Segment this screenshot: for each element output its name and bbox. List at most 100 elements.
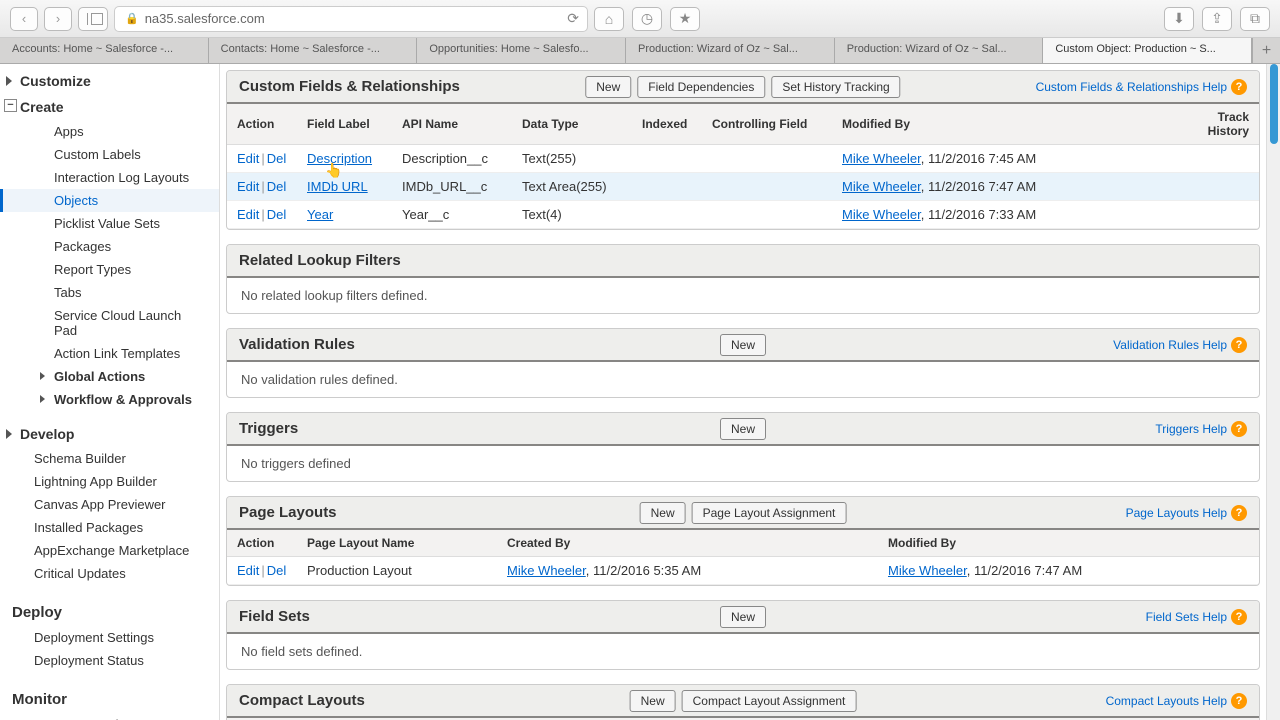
sidebar-monitor[interactable]: Monitor [0, 686, 219, 713]
sidebar-item-action-link[interactable]: Action Link Templates [0, 342, 219, 365]
lock-icon: 🔒 [125, 12, 139, 25]
user-link[interactable]: Mike Wheeler [507, 563, 586, 578]
sidebar-toggle-button[interactable] [78, 7, 108, 31]
sidebar-item-packages[interactable]: Packages [0, 235, 219, 258]
new-trigger-button[interactable]: New [720, 418, 766, 440]
compact-layouts-help-link[interactable]: Compact Layouts Help [1106, 694, 1227, 708]
validation-help-link[interactable]: Validation Rules Help [1113, 338, 1227, 352]
edit-link[interactable]: Edit [237, 151, 259, 166]
new-field-set-button[interactable]: New [720, 606, 766, 628]
table-row: Edit|Del Production Layout Mike Wheeler,… [227, 557, 1259, 585]
field-sets-title: Field Sets [239, 608, 310, 625]
sidebar-item-appexchange[interactable]: AppExchange Marketplace [0, 539, 219, 562]
new-page-layout-button[interactable]: New [640, 502, 686, 524]
new-tab-button[interactable]: + [1252, 38, 1280, 63]
bookmark-icon[interactable]: ★ [670, 7, 700, 31]
history-icon[interactable]: ◷ [632, 7, 662, 31]
sidebar-item-schema[interactable]: Schema Builder [0, 447, 219, 470]
sidebar-customize[interactable]: Customize [0, 68, 219, 94]
tab-5[interactable]: Custom Object: Production ~ S... [1043, 38, 1252, 63]
sidebar-workflow[interactable]: Workflow & Approvals [0, 388, 219, 411]
custom-fields-help-link[interactable]: Custom Fields & Relationships Help [1036, 80, 1227, 94]
compact-layouts-title: Compact Layouts [239, 692, 365, 709]
field-dependencies-button[interactable]: Field Dependencies [637, 76, 765, 98]
sidebar-global-actions[interactable]: Global Actions [0, 365, 219, 388]
table-row: Edit|DelDescriptionDescription__cText(25… [227, 145, 1259, 173]
sidebar-item-apps[interactable]: Apps [0, 120, 219, 143]
custom-fields-title: Custom Fields & Relationships [239, 78, 460, 95]
new-compact-layout-button[interactable]: New [630, 690, 676, 712]
triggers-help-link[interactable]: Triggers Help [1155, 422, 1227, 436]
forward-button[interactable]: › [44, 7, 72, 31]
tab-4[interactable]: Production: Wizard of Oz ~ Sal... [835, 38, 1044, 63]
del-link[interactable]: Del [267, 179, 287, 194]
edit-link[interactable]: Edit [237, 207, 259, 222]
custom-fields-section: Custom Fields & Relationships New Field … [226, 70, 1260, 230]
edit-link[interactable]: Edit [237, 179, 259, 194]
triggers-section: Triggers New Triggers Help? No triggers … [226, 412, 1260, 482]
sidebar-deploy[interactable]: Deploy [0, 599, 219, 626]
user-link[interactable]: Mike Wheeler [842, 151, 921, 166]
field-sets-help-link[interactable]: Field Sets Help [1146, 610, 1227, 624]
url-bar[interactable]: 🔒 na35.salesforce.com ⟳ [114, 6, 588, 32]
download-icon[interactable]: ⬇ [1164, 7, 1194, 31]
sidebar-item-report-types[interactable]: Report Types [0, 258, 219, 281]
field-label-link[interactable]: Description [307, 151, 372, 166]
new-field-button[interactable]: New [585, 76, 631, 98]
edit-link[interactable]: Edit [237, 563, 259, 578]
sidebar-item-canvas[interactable]: Canvas App Previewer [0, 493, 219, 516]
sidebar-item-lightning[interactable]: Lightning App Builder [0, 470, 219, 493]
help-icon[interactable]: ? [1231, 421, 1247, 437]
compact-layouts-section: Compact Layouts New Compact Layout Assig… [226, 684, 1260, 720]
set-history-tracking-button[interactable]: Set History Tracking [771, 76, 900, 98]
refresh-icon[interactable]: ⟳ [567, 10, 579, 27]
scroll-thumb[interactable] [1270, 64, 1278, 144]
triggers-title: Triggers [239, 420, 298, 437]
user-link[interactable]: Mike Wheeler [888, 563, 967, 578]
help-icon[interactable]: ? [1231, 79, 1247, 95]
del-link[interactable]: Del [267, 563, 287, 578]
del-link[interactable]: Del [267, 207, 287, 222]
back-button[interactable]: ‹ [10, 7, 38, 31]
del-link[interactable]: Del [267, 151, 287, 166]
sidebar-item-system-overview[interactable]: System Overview [0, 713, 219, 720]
scrollbar[interactable] [1266, 64, 1280, 720]
page-layouts-help-link[interactable]: Page Layouts Help [1126, 506, 1227, 520]
tab-0[interactable]: Accounts: Home ~ Salesforce -... [0, 38, 209, 63]
compact-layout-assignment-button[interactable]: Compact Layout Assignment [682, 690, 857, 712]
sidebar-item-custom-labels[interactable]: Custom Labels [0, 143, 219, 166]
user-link[interactable]: Mike Wheeler [842, 207, 921, 222]
user-link[interactable]: Mike Wheeler [842, 179, 921, 194]
sidebar-item-objects[interactable]: Objects [0, 189, 219, 212]
tab-2[interactable]: Opportunities: Home ~ Salesfo... [417, 38, 626, 63]
help-icon[interactable]: ? [1231, 609, 1247, 625]
tabs-icon[interactable]: ⧉ [1240, 7, 1270, 31]
sidebar-develop[interactable]: Develop [0, 421, 219, 447]
sidebar-item-deploy-settings[interactable]: Deployment Settings [0, 626, 219, 649]
tab-1[interactable]: Contacts: Home ~ Salesforce -... [209, 38, 418, 63]
new-validation-button[interactable]: New [720, 334, 766, 356]
tab-bar: Accounts: Home ~ Salesforce -... Contact… [0, 38, 1280, 64]
tab-3[interactable]: Production: Wizard of Oz ~ Sal... [626, 38, 835, 63]
home-icon[interactable]: ⌂ [594, 7, 624, 31]
sidebar-create[interactable]: −Create [0, 94, 219, 120]
triggers-body: No triggers defined [227, 446, 1259, 481]
sidebar-item-tabs[interactable]: Tabs [0, 281, 219, 304]
help-icon[interactable]: ? [1231, 505, 1247, 521]
page-layout-assignment-button[interactable]: Page Layout Assignment [692, 502, 847, 524]
share-icon[interactable]: ⇪ [1202, 7, 1232, 31]
url-text: na35.salesforce.com [145, 11, 265, 26]
sidebar-item-installed[interactable]: Installed Packages [0, 516, 219, 539]
sidebar-item-interaction-log[interactable]: Interaction Log Layouts [0, 166, 219, 189]
sidebar-item-service-cloud[interactable]: Service Cloud Launch Pad [0, 304, 219, 342]
sidebar-item-picklist[interactable]: Picklist Value Sets [0, 212, 219, 235]
page-layouts-section: Page Layouts New Page Layout Assignment … [226, 496, 1260, 586]
field-label-link[interactable]: Year [307, 207, 333, 222]
sidebar-item-deploy-status[interactable]: Deployment Status [0, 649, 219, 672]
validation-body: No validation rules defined. [227, 362, 1259, 397]
sidebar-item-critical[interactable]: Critical Updates [0, 562, 219, 585]
field-label-link[interactable]: IMDb URL [307, 179, 368, 194]
help-icon[interactable]: ? [1231, 693, 1247, 709]
help-icon[interactable]: ? [1231, 337, 1247, 353]
page-layouts-table: Action Page Layout Name Created By Modif… [227, 530, 1259, 585]
